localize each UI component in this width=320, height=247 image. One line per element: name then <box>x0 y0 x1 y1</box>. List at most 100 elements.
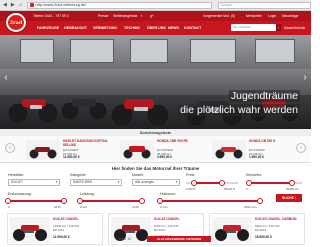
hersteller-select[interactable]: DUCATI ▼ <box>8 179 60 186</box>
hero-window <box>190 39 236 63</box>
result-title: DUCATI DIAVEL <box>53 217 79 221</box>
nav-item-ueber-uns[interactable]: ÜBER UNS <box>147 26 166 30</box>
stellenangebote-link[interactable]: Stellenangebote <box>113 14 138 18</box>
erstzulassung-min-handle[interactable] <box>5 198 11 204</box>
offer-card[interactable]: HONDA CB 500 S EZ 03/1999 32.000 km 1.990… <box>212 139 294 161</box>
top-bar: Telefon 0441 - 797 09 0 Presse Stellenan… <box>0 11 311 21</box>
chevron-right-icon: › <box>294 196 296 200</box>
hersteller-value: DUCATI <box>11 180 23 184</box>
presse-link[interactable]: Presse <box>98 14 109 18</box>
screen: ◀ ▶ ⌂ http://www.2rad-oldenburg.de/ Goog… <box>0 0 311 247</box>
address-text: http://www.2rad-oldenburg.de/ <box>35 3 87 7</box>
site-search-input[interactable]: Ihre Merkliste <box>231 24 276 31</box>
offer-bike-image <box>26 140 60 160</box>
result-bike-image <box>212 217 252 243</box>
result-meta: 5462 km / 119 KW EZ 2013 <box>255 224 279 233</box>
hero-subheadline: die plötzlich wahr werden <box>178 104 300 116</box>
hubraum-slider <box>160 200 260 202</box>
km-max-handle[interactable] <box>288 180 295 186</box>
hero-window <box>20 39 54 63</box>
hubraum-min-text: 0 ccm <box>160 205 169 209</box>
offers-title: Sonderangebote <box>0 129 311 136</box>
address-bar[interactable]: http://www.2rad-oldenburg.de/ <box>26 1 212 9</box>
nav-item-technik[interactable]: TECHNIK <box>124 26 140 30</box>
chevron-down-icon: ▼ <box>55 180 58 184</box>
result-card[interactable]: DUCATI DIAVEL 12000 km / 119 KW EZ 2011 1… <box>7 213 103 245</box>
hero-window <box>255 39 295 63</box>
leistung-min-text: 0 kW <box>80 205 87 209</box>
nav-item-gebraucht[interactable]: GEBRAUCHT <box>64 26 87 30</box>
browser-toolbar: ◀ ▶ ⌂ http://www.2rad-oldenburg.de/ Goog… <box>0 0 311 11</box>
offer-price: 3.990,00 € <box>157 155 173 159</box>
hero-next-icon[interactable]: › <box>301 71 309 85</box>
preis-min-text: 1000 € <box>186 187 196 191</box>
erstzulassung-max-handle[interactable] <box>61 198 67 204</box>
result-card[interactable]: DUCATI DIAVEL CARBON 5462 km / 119 KW EZ … <box>209 213 305 245</box>
website: Telefon 0441 - 797 09 0 Presse Stellenan… <box>0 11 311 247</box>
offer-card[interactable]: HARLEY DAVIDSON SOFTAIL DELUXE EZ 04/200… <box>26 139 108 161</box>
offer-title: HONDA CB 500 S <box>249 139 276 143</box>
hubraum-max-handle[interactable] <box>257 198 263 204</box>
preis-max-handle[interactable] <box>219 180 226 186</box>
offer-bike-image <box>212 140 246 160</box>
chevron-down-icon: ▼ <box>175 180 178 184</box>
result-meta-line: EZ 2013 <box>255 227 267 232</box>
preis-label: Preis: <box>186 173 196 177</box>
erstzulassung-label: Erstzulassung: <box>8 192 32 196</box>
offer-card[interactable]: HONDA CBR 900 FB EZ 06/1998 28.000 km 3.9… <box>120 139 202 161</box>
km-slider-range <box>249 182 292 184</box>
modell-value: Alle anzeigen <box>135 180 155 184</box>
hersteller-label: Hersteller: <box>8 173 25 177</box>
search-submit-button[interactable]: SUCHE › <box>276 194 302 202</box>
hero-prev-icon[interactable]: ‹ <box>2 71 10 85</box>
kategorie-label: Kategorie: <box>70 173 87 177</box>
preis-min-handle[interactable] <box>190 180 197 186</box>
km-min-handle[interactable] <box>246 180 252 186</box>
offers-carousel: ‹ › HARLEY DAVIDSON SOFTAIL DELUXE EZ 04… <box>0 136 311 163</box>
nav-more-link[interactable]: Marschbrücke <box>284 26 305 30</box>
facebook-icon[interactable]: f <box>141 14 142 18</box>
result-meta: 8752 km / 119 KW EZ 2012 <box>154 224 178 233</box>
nav-item-fahrzeuge[interactable]: FAHRZEUGE <box>37 26 59 30</box>
home-icon[interactable]: ⌂ <box>18 2 24 8</box>
leistung-min-handle[interactable] <box>77 198 83 204</box>
result-meta-line: EZ 2012 <box>154 227 166 232</box>
vorgemerkt-link[interactable]: Vorgemerkte Mot. (0) <box>203 14 235 18</box>
search-submit-label: SUCHE <box>282 196 294 200</box>
hubraum-max-text: 2500 ccm <box>244 205 258 209</box>
forward-icon[interactable]: ▶ <box>10 2 16 8</box>
preis-slider-range <box>193 182 223 184</box>
erstzulassung-slider <box>8 200 64 202</box>
modell-select[interactable]: Alle anzeigen ▼ <box>132 179 180 186</box>
site-search-icon[interactable]: › <box>276 24 281 31</box>
google-plus-icon[interactable]: g+ <box>150 14 154 18</box>
nav-item-news[interactable]: NEWS <box>168 26 179 30</box>
browser-search-box[interactable]: Google <box>217 1 311 9</box>
result-bike-image <box>10 217 50 243</box>
leistung-slider <box>80 200 142 202</box>
km-min-text: 0 <box>246 187 248 191</box>
nav-item-kontakt[interactable]: KONTAKT <box>184 26 201 30</box>
login-link[interactable]: Login <box>268 14 276 18</box>
merkzettel-link[interactable]: Merkzettel <box>246 14 262 18</box>
chevron-down-icon: ▼ <box>117 180 120 184</box>
hubraum-min-handle[interactable] <box>157 198 163 204</box>
browser-search-placeholder: Google <box>220 3 233 7</box>
offers-next-icon[interactable]: › <box>296 143 306 153</box>
result-meta-line: EZ 2011 <box>53 227 65 232</box>
offer-price: 11.950,00 € <box>63 155 80 159</box>
logo[interactable]: 2rad <box>5 12 27 33</box>
kategorie-select[interactable]: NAKED BIKE ▼ <box>70 179 122 186</box>
leistung-max-handle[interactable] <box>139 198 145 204</box>
nav-item-vermietung[interactable]: VERMIETUNG <box>93 26 117 30</box>
back-icon[interactable]: ◀ <box>2 2 8 8</box>
leistung-label: Leistung: <box>80 192 95 196</box>
hubraum-label: Hubraum: <box>160 192 176 196</box>
neuanlage-link[interactable]: Neuanlage <box>282 14 298 18</box>
show-all-results-button[interactable]: ALLE ERGEBNISSE ANZEIGEN <box>147 236 211 242</box>
offer-bike-image <box>120 140 154 160</box>
kategorie-value: NAKED BIKE <box>73 180 93 184</box>
main-navigation: FAHRZEUGE GEBRAUCHT VERMIETUNG TECHNIK Ü… <box>0 21 311 35</box>
result-title: DUCATI DIAVEL <box>154 217 180 221</box>
offers-prev-icon[interactable]: ‹ <box>5 143 15 153</box>
